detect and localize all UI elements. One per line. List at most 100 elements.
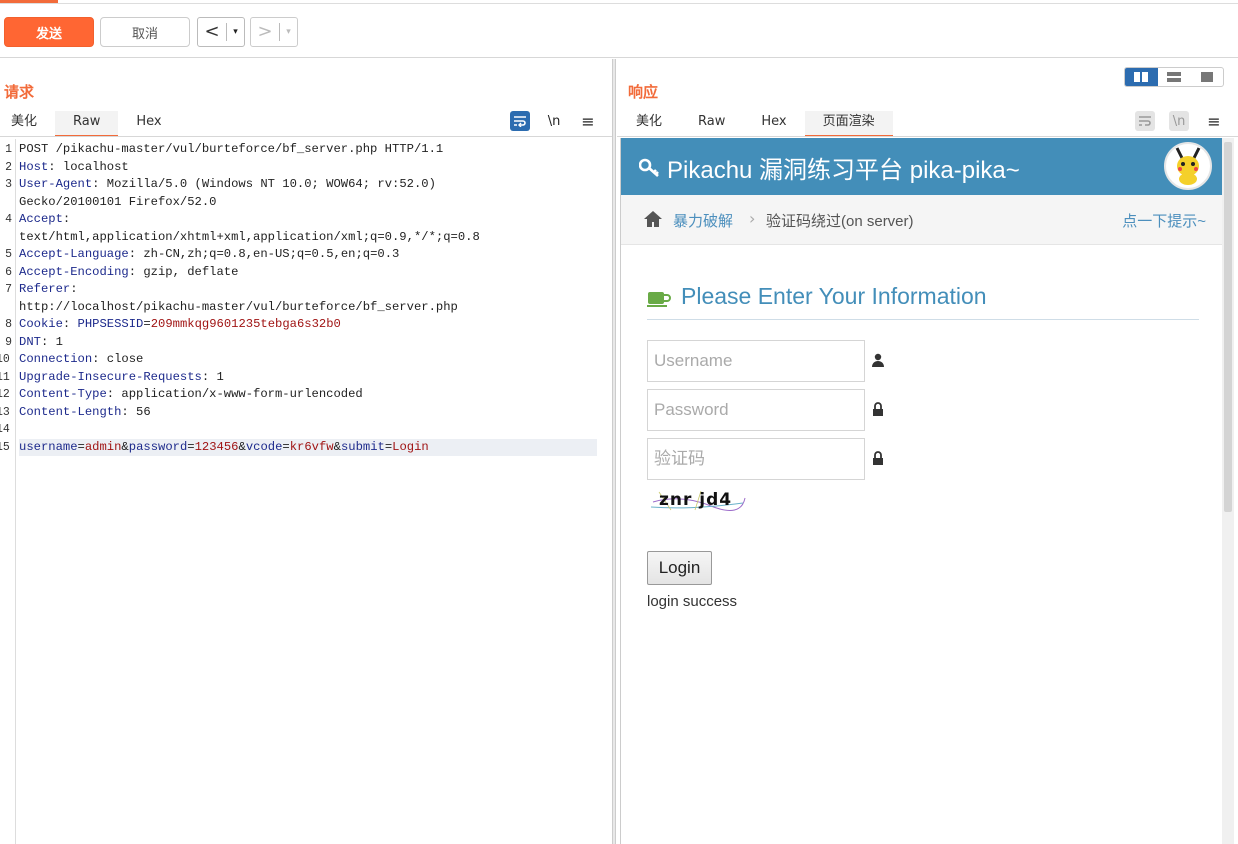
site-title: Pikachu 漏洞练习平台 pika-pika~ (638, 150, 1020, 185)
chevron-down-icon[interactable]: ▾ (280, 18, 297, 46)
code-text: : close (92, 352, 144, 366)
code-text: & (238, 439, 246, 454)
code-text: : (70, 282, 78, 296)
tab-raw[interactable]: Raw (680, 111, 743, 137)
login-button[interactable]: Login (647, 551, 712, 585)
username-input[interactable]: Username (647, 340, 865, 382)
scrollbar-thumb[interactable] (1224, 142, 1232, 512)
stacked-view-icon[interactable] (1158, 68, 1191, 86)
code-line[interactable]: Accept-Encoding: gzip, deflate (19, 264, 238, 282)
request-title: 请求 (4, 83, 35, 101)
header-name: PHPSESSID (77, 317, 144, 331)
code-line[interactable]: Content-Length: 56 (19, 404, 151, 422)
split-view-icon[interactable] (1125, 68, 1158, 86)
code-line[interactable]: POST /pikachu-master/vul/burteforce/bf_s… (19, 141, 443, 159)
code-text: : gzip, deflate (128, 264, 239, 279)
code-text: Gecko/20100101 Firefox/52.0 (19, 194, 217, 209)
header-name: Accept-Language (19, 247, 129, 261)
form-title: Please Enter Your Information (681, 283, 987, 309)
response-title: 响应 (628, 83, 659, 101)
line-number: 11 (0, 370, 10, 384)
code-line[interactable]: User-Agent: Mozilla/5.0 (Windows NT 10.0… (19, 176, 436, 194)
tab-pretty[interactable]: 美化 (0, 111, 55, 137)
home-icon[interactable] (643, 210, 663, 233)
menu-icon[interactable]: ≡ (1204, 111, 1224, 131)
vcode-input[interactable]: 验证码 (647, 438, 865, 480)
breadcrumb: 暴力破解 › 验证码绕过(on server) 点一下提示~ (621, 195, 1222, 245)
toolbar: 发送 取消 < ▾ > ▾ (0, 4, 1238, 58)
code-text: & (333, 439, 341, 454)
back-nav-button[interactable]: < ▾ (197, 17, 245, 47)
wrap-lines-icon[interactable] (1135, 111, 1155, 131)
tab-underline (0, 136, 612, 137)
code-text: : (62, 212, 71, 226)
code-line[interactable]: Host: localhost (19, 159, 129, 177)
header-name: Content-Type (19, 387, 107, 401)
tab-hex[interactable]: Hex (118, 111, 179, 137)
code-text: = (77, 439, 85, 454)
code-line[interactable]: username=admin&password=123456&vcode=kr6… (19, 438, 597, 456)
code-line[interactable]: text/html,application/xhtml+xml,applicat… (19, 229, 480, 247)
line-number: 15 (0, 440, 10, 454)
newline-toggle-icon[interactable]: \n (544, 111, 564, 131)
param-value: Login (392, 439, 429, 454)
line-number: 13 (0, 405, 10, 419)
code-text: = (187, 439, 195, 454)
line-number: 10 (0, 353, 10, 366)
lock-icon (871, 451, 885, 465)
coffee-icon (647, 289, 671, 309)
tab-raw[interactable]: Raw (55, 111, 119, 137)
code-line[interactable]: Connection: close (19, 351, 143, 369)
code-text: text/html,application/xhtml+xml,applicat… (19, 229, 480, 244)
request-editor[interactable]: 123456789101112131415 POST /pikachu-mast… (0, 139, 612, 844)
code-line[interactable]: Accept-Language: zh-CN,zh;q=0.8,en-US;q=… (19, 246, 399, 264)
code-line[interactable]: Referer: (19, 281, 78, 299)
code-line[interactable]: Content-Type: application/x-www-form-url… (19, 386, 363, 404)
captcha-image[interactable]: znr jd4 (650, 488, 746, 512)
layout-toggle[interactable] (1124, 67, 1224, 87)
rendered-page: Pikachu 漏洞练习平台 pika-pika~ 暴力破解 › 验证码绕过(o… (620, 138, 1222, 844)
param-value: 209mmkqg9601235tebga6s32b0 (150, 317, 341, 331)
code-line[interactable]: Cookie: PHPSESSID=209mmkqg9601235tebga6s… (19, 316, 341, 334)
panel-divider[interactable] (612, 59, 616, 844)
param-value: kr6vfw (289, 439, 334, 454)
code-line[interactable]: Gecko/20100101 Firefox/52.0 (19, 194, 216, 212)
newline-toggle-icon[interactable]: \n (1169, 111, 1189, 131)
code-text: : 1 (201, 369, 224, 384)
hint-link[interactable]: 点一下提示~ (1122, 210, 1206, 231)
line-number: 1 (5, 143, 12, 156)
render-scrollbar[interactable] (1222, 138, 1234, 844)
code-line[interactable]: Upgrade-Insecure-Requests: 1 (19, 369, 224, 387)
chevron-down-icon[interactable]: ▾ (227, 18, 244, 46)
param-value: 123456 (194, 439, 239, 454)
line-number: 4 (5, 213, 12, 226)
wrap-lines-icon[interactable] (510, 111, 530, 131)
breadcrumb-link[interactable]: 暴力破解 (673, 210, 733, 231)
menu-icon[interactable]: ≡ (578, 111, 598, 131)
tab-render[interactable]: 页面渲染 (804, 111, 893, 137)
line-number: 2 (5, 160, 12, 174)
site-title-text: Pikachu 漏洞练习平台 pika-pika~ (667, 157, 1020, 184)
code-line[interactable]: http://localhost/pikachu-master/vul/burt… (19, 299, 458, 317)
chevron-right-icon: > (257, 21, 273, 42)
header-name: username (19, 439, 78, 454)
line-number: 14 (0, 423, 10, 436)
response-panel: 响应 美化 Raw Hex 页面渲染 \n ≡ Pikachu 漏洞练习平台 p… (617, 59, 1238, 844)
user-icon (871, 353, 885, 367)
forward-nav-button[interactable]: > ▾ (250, 17, 298, 47)
captcha-text: znr jd4 (659, 490, 732, 510)
code-text: http://localhost/pikachu-master/vul/burt… (19, 299, 458, 314)
single-view-icon[interactable] (1190, 68, 1223, 86)
code-text: & (121, 439, 129, 454)
code-line[interactable]: DNT: 1 (19, 334, 63, 352)
code-line[interactable]: Accept: (19, 211, 70, 229)
header-name: User-Agent (19, 177, 93, 191)
tab-hex[interactable]: Hex (743, 111, 804, 137)
tab-pretty[interactable]: 美化 (618, 111, 680, 137)
password-input[interactable]: Password (647, 389, 865, 431)
header-name: Accept-Encoding (19, 264, 129, 279)
send-button[interactable]: 发送 (4, 17, 94, 47)
header-name: Upgrade-Insecure-Requests (19, 369, 202, 384)
cancel-button[interactable]: 取消 (100, 17, 190, 47)
line-number: 9 (5, 335, 12, 349)
